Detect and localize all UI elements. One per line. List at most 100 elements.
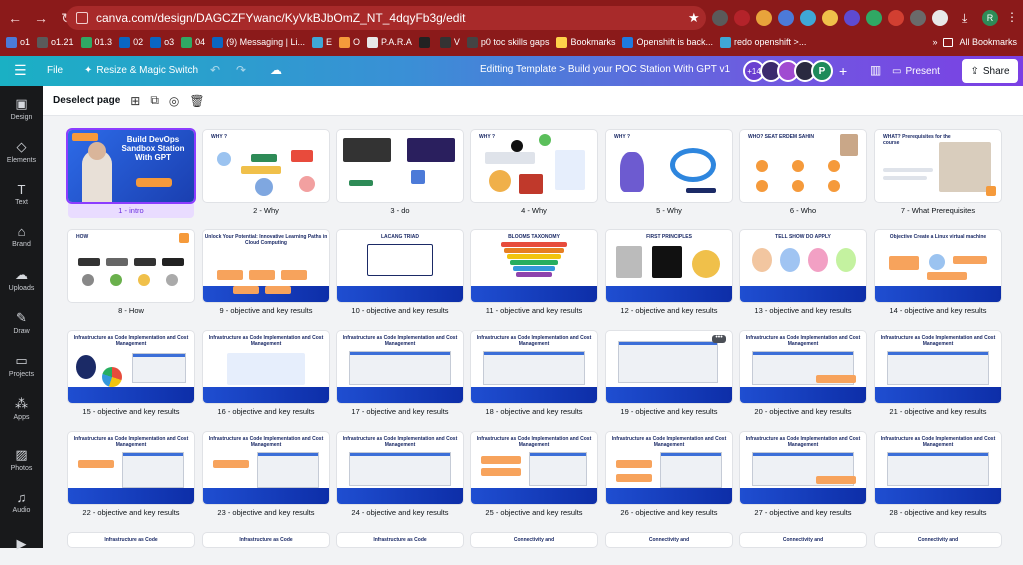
back-icon[interactable]: ← <box>4 7 26 29</box>
bookmark-item[interactable]: (9) Messaging | Li... <box>212 36 305 48</box>
page-thumbnail[interactable]: Connectivity and <box>875 533 1001 547</box>
bookmark-item[interactable]: P.A.R.A <box>367 36 412 48</box>
bookmark-item[interactable]: 02 <box>119 36 143 48</box>
delete-page-icon[interactable]: 🗑 <box>189 94 204 108</box>
chevron-right-icon[interactable]: » <box>932 37 937 47</box>
address-bar[interactable]: canva.com/design/DAGCZFYwanc/KyVkBJbOmZ_… <box>66 6 706 30</box>
page-thumbnail[interactable]: Infrastructure as Code <box>203 533 329 547</box>
undo-icon[interactable]: ↶ <box>210 63 220 77</box>
page-thumbnail[interactable]: Infrastructure as Code <box>337 533 463 547</box>
bookmark-item[interactable]: Openshift is back... <box>622 36 713 48</box>
page-thumbnail[interactable]: Connectivity and <box>606 533 732 547</box>
page-thumbnail[interactable]: Infrastructure as Code Implementation an… <box>740 432 866 517</box>
deselect-page-button[interactable]: Deselect page <box>53 95 120 106</box>
page-thumbnail[interactable]: Infrastructure as Code <box>68 533 194 547</box>
page-thumbnail[interactable]: Infrastructure as Code Implementation an… <box>875 331 1001 416</box>
page-thumbnail[interactable]: Infrastructure as Code Implementation an… <box>740 331 866 416</box>
extension-icon[interactable] <box>822 10 838 26</box>
hide-page-icon[interactable]: ◎ <box>169 94 179 108</box>
page-thumbnail[interactable]: 3 - do <box>337 130 463 215</box>
sidebar-item-draw[interactable]: ✎ Draw <box>0 302 43 342</box>
bookmark-star-icon[interactable]: ★ <box>688 10 700 26</box>
page-thumbnail[interactable]: BLOOMS TAXONOMY 11 - objective and key re… <box>471 230 597 315</box>
page-thumbnail[interactable]: WHY ? 5 - Why <box>606 130 732 215</box>
add-page-icon[interactable]: ⊞ <box>130 94 140 108</box>
extension-icon[interactable] <box>756 10 772 26</box>
sidebar-item-brand[interactable]: ⌂ Brand <box>0 216 43 256</box>
all-bookmarks-link[interactable]: All Bookmarks <box>959 37 1017 47</box>
insights-chart-icon[interactable]: ▥ <box>870 63 881 77</box>
bookmark-item[interactable]: E <box>312 36 332 48</box>
bookmark-item[interactable]: redo openshift >... <box>720 36 806 48</box>
sidebar-item-elements[interactable]: ◇ Elements <box>0 131 43 171</box>
page-thumbnail[interactable]: Infrastructure as Code Implementation an… <box>471 331 597 416</box>
sidebar-item-projects[interactable]: ▭ Projects <box>0 345 43 385</box>
extension-icon[interactable] <box>910 10 926 26</box>
browser-menu-icon[interactable]: ⋮ <box>1006 10 1018 24</box>
bookmark-item[interactable]: o1 <box>6 36 30 48</box>
extension-icon[interactable] <box>734 10 750 26</box>
bookmark-item[interactable]: Bookmarks <box>556 36 615 48</box>
page-thumbnail[interactable]: Build DevOps Sandbox Station With GPT 1 -… <box>68 130 194 218</box>
extension-icon[interactable] <box>866 10 882 26</box>
file-menu[interactable]: File <box>47 65 63 76</box>
extensions-puzzle-icon[interactable] <box>932 10 948 26</box>
bookmark-item[interactable]: o3 <box>150 36 174 48</box>
page-thumbnail[interactable]: WHO? SEAT ERDEM SAHIN 6 - Who <box>740 130 866 215</box>
extension-icon[interactable] <box>778 10 794 26</box>
share-button[interactable]: ⇪ Share <box>962 59 1018 83</box>
page-thumbnail[interactable]: Infrastructure as Code Implementation an… <box>471 432 597 517</box>
extension-icon[interactable] <box>844 10 860 26</box>
page-thumbnail[interactable]: WHAT? Prerequisites for the course 7 - Wh… <box>875 130 1001 215</box>
sidebar-item-videos[interactable]: ▶ <box>0 525 43 565</box>
collaborators[interactable]: +14 P + <box>743 60 847 82</box>
bookmark-item[interactable]: O <box>339 36 360 48</box>
sidebar-item-photos[interactable]: ▨ Photos <box>0 439 43 479</box>
bookmark-item[interactable] <box>418 36 433 48</box>
page-thumbnail[interactable]: Infrastructure as Code Implementation an… <box>606 432 732 517</box>
sidebar-item-design[interactable]: ▣ Design <box>0 88 43 128</box>
page-thumbnail[interactable]: FIRST PRINCIPLES 12 - objective and key r… <box>606 230 732 315</box>
site-info-icon[interactable] <box>76 12 88 24</box>
profile-avatar[interactable]: R <box>982 10 998 26</box>
resize-magic-switch-button[interactable]: ✦ Resize & Magic Switch <box>84 65 198 76</box>
page-thumbnail[interactable]: HOW 8 - How <box>68 230 194 315</box>
page-thumbnail[interactable]: WHY ? 2 - Why <box>203 130 329 215</box>
page-thumbnail[interactable]: Infrastructure as Code Implementation an… <box>68 432 194 517</box>
page-thumbnail[interactable]: Infrastructure as Code Implementation an… <box>337 432 463 517</box>
bookmark-item[interactable]: V <box>439 36 460 48</box>
page-thumbnail[interactable]: Infrastructure as Code Implementation an… <box>337 331 463 416</box>
menu-icon[interactable]: ☰ <box>14 62 27 79</box>
bookmark-item[interactable]: 01.3 <box>80 36 112 48</box>
page-thumbnail[interactable]: WHY ? 4 - Why <box>471 130 597 215</box>
design-title[interactable]: Editting Template > Build your POC Stati… <box>480 64 730 75</box>
page-thumbnail[interactable]: Connectivity and <box>740 533 866 547</box>
duplicate-page-icon[interactable]: ⧉ <box>150 93 159 108</box>
sidebar-item-uploads[interactable]: ☁ Uploads <box>0 259 43 299</box>
page-thumbnail[interactable]: LACANG TRIAD 10 - objective and key resul… <box>337 230 463 315</box>
page-thumbnail[interactable]: Infrastructure as Code Implementation an… <box>68 331 194 416</box>
bookmark-item[interactable]: o1.21 <box>37 36 74 48</box>
page-thumbnail[interactable]: Connectivity and <box>471 533 597 547</box>
page-thumbnail[interactable]: Objective Create a Linux virtual machine… <box>875 230 1001 315</box>
extension-icon[interactable] <box>800 10 816 26</box>
sidebar-item-audio[interactable]: ♫ Audio <box>0 482 43 522</box>
download-icon[interactable]: ⤓ <box>962 11 967 26</box>
redo-icon[interactable]: ↷ <box>236 63 246 77</box>
sidebar-item-apps[interactable]: ⁂ Apps <box>0 388 43 428</box>
add-collaborator-icon[interactable]: + <box>839 63 847 79</box>
avatar[interactable]: P <box>811 60 833 82</box>
page-thumbnail[interactable]: Unlock Your Potential: Innovative Learni… <box>203 230 329 315</box>
bookmark-item[interactable]: p0 toc skills gaps <box>466 36 549 48</box>
page-thumbnail[interactable]: ••• 19 - objective and key results <box>606 331 732 416</box>
present-button[interactable]: ▭ Present <box>892 60 952 82</box>
sidebar-item-text[interactable]: T Text <box>0 174 43 214</box>
bookmark-item[interactable]: 04 <box>181 36 205 48</box>
forward-icon[interactable]: → <box>30 7 52 29</box>
page-thumbnail[interactable]: Infrastructure as Code Implementation an… <box>203 331 329 416</box>
extension-icon[interactable] <box>888 10 904 26</box>
page-thumbnail[interactable]: Infrastructure as Code Implementation an… <box>203 432 329 517</box>
page-thumbnail[interactable]: TELL SHOW DO APPLY 13 - objective and key… <box>740 230 866 315</box>
page-thumbnail[interactable]: Infrastructure as Code Implementation an… <box>875 432 1001 517</box>
extension-icon[interactable] <box>712 10 728 26</box>
